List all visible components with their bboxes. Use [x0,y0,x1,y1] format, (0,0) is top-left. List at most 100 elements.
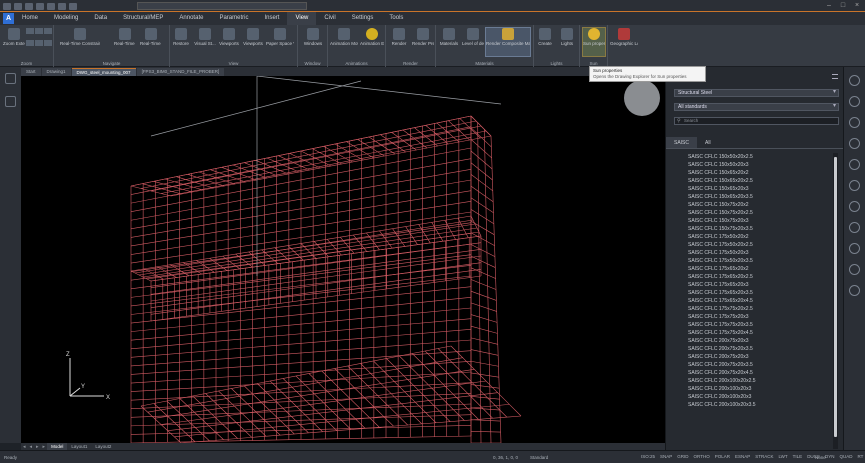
status-toggle-snap[interactable]: SNAP [659,454,673,460]
status-scale[interactable]: None [815,455,826,460]
library-icon[interactable] [849,159,860,170]
animation-motion-path-button[interactable]: Animation Motion Path [330,28,358,56]
render-composite-material-button[interactable]: Render Composite Material [485,27,531,57]
new-file-icon[interactable] [3,2,11,10]
status-toggle-strack[interactable]: STRACK [754,454,774,460]
list-item[interactable]: SAISC CFLC 200x100x20x3 [668,393,832,401]
list-item[interactable]: SAISC CFLC 150x50x20x2.5 [668,153,832,161]
list-item[interactable]: SAISC CFLC 150x65x20x3.5 [668,193,832,201]
status-toggle-rt[interactable]: RT [856,454,864,460]
category-select[interactable]: Structural Steel [674,89,839,97]
minimize-icon[interactable]: – [825,2,833,9]
cube-icon[interactable] [849,222,860,233]
tab-insert[interactable]: Insert [256,12,287,25]
list-item[interactable]: SAISC CFLC 150x65x20x2.5 [668,177,832,185]
list-item[interactable]: SAISC CFLC 150x75x20x3.5 [668,225,832,233]
list-item[interactable]: SAISC CFLC 150x75x20x2.5 [668,209,832,217]
list-item[interactable]: SAISC CFLC 175x65x20x2 [668,265,832,273]
tab-structural-mep[interactable]: Structural/MEP [115,12,171,25]
tab-settings[interactable]: Settings [344,12,382,25]
tab-annotate[interactable]: Annotate [171,12,211,25]
list-item[interactable]: SAISC CFLC 200x75x20x3.5 [668,361,832,369]
materials-icon[interactable] [849,243,860,254]
status-standard[interactable]: Standard [530,455,548,460]
save-icon[interactable] [25,2,33,10]
lights-icon[interactable] [849,264,860,275]
status-toggle-tile[interactable]: TILE [792,454,804,460]
blocks-icon[interactable] [849,201,860,212]
list-item[interactable]: SAISC CFLC 175x75x20x3 [668,313,832,321]
list-item[interactable]: SAISC CFLC 200x75x20x3 [668,353,832,361]
list-item[interactable]: SAISC CFLC 200x100x20x3.5 [668,401,832,409]
list-item[interactable]: SAISC CFLC 175x75x20x2.5 [668,305,832,313]
list-item[interactable]: SAISC CFLC 200x75x20x3.5 [668,345,832,353]
list-item[interactable]: SAISC CFLC 175x65x20x2.5 [668,273,832,281]
pin-icon[interactable] [849,285,860,296]
document-tab[interactable]: Start [21,68,41,76]
list-item[interactable]: SAISC CFLC 150x50x20x3 [668,161,832,169]
workspace-selector[interactable] [137,2,307,10]
zoom-extents-button[interactable]: Zoom Extents [3,28,25,56]
list-item[interactable]: SAISC CFLC 175x65x20x3.5 [668,289,832,297]
panel-menu-icon[interactable] [832,74,838,79]
real-time-pan-button[interactable]: Real-Time Pan [114,28,136,56]
materials-button[interactable]: Materials [438,28,460,56]
list-item[interactable]: SAISC CFLC 200x75x20x4.5 [668,369,832,377]
real-time-scale-button[interactable]: Real-Time Scale [140,28,162,56]
status-toggle-lwt[interactable]: LWT [778,454,789,460]
zoom-object-icon[interactable] [35,39,43,46]
list-item[interactable]: SAISC CFLC 200x100x20x3 [668,385,832,393]
layout-tab-model[interactable]: Model [47,443,68,450]
print-icon[interactable] [47,2,55,10]
structure-icon[interactable] [849,180,860,191]
viewports-button-2[interactable]: Viewports [242,28,264,56]
tab-modeling[interactable]: Modeling [46,12,86,25]
zoom-all-icon[interactable] [44,39,52,46]
list-item[interactable]: SAISC CFLC 175x50x20x2.5 [668,241,832,249]
create-light-button[interactable]: Create [534,28,556,56]
save-as-icon[interactable] [36,2,44,10]
document-tab[interactable]: DWG_steel_mounting_007 [71,68,136,76]
tab-view[interactable]: View [287,12,317,25]
status-toggle-grid[interactable]: GRID [676,454,689,460]
status-toggle-esnap[interactable]: ESNAP [734,454,751,460]
maximize-icon[interactable]: □ [839,2,847,9]
document-tab[interactable]: [FPS3_BIM0_STAND_FILE_PROBER] [136,68,225,76]
level-of-detail-button[interactable]: Level of detail [462,28,484,56]
app-menu-icon[interactable]: A [3,13,14,24]
panel-tab-saisc[interactable]: SAISC [666,137,698,148]
document-tab[interactable]: Drawing1 [41,68,71,76]
list-item[interactable]: SAISC CFLC 200x100x20x2.5 [668,377,832,385]
status-toggle-iso-25[interactable]: ISO:25 [640,454,656,460]
profile-list-scrollbar[interactable] [833,153,838,449]
zoom-out-icon[interactable] [35,28,43,34]
restore-button[interactable]: Restore [170,28,192,56]
list-item[interactable]: SAISC CFLC 175x75x20x4.5 [668,329,832,337]
animation-editor-button[interactable]: Animation Editor [360,28,384,56]
standard-select[interactable]: All standards [674,103,839,111]
list-item[interactable]: SAISC CFLC 175x50x20x2 [668,233,832,241]
paper-space-views-button[interactable]: Paper Space Views [266,28,294,56]
scrollbar-thumb[interactable] [834,157,837,437]
windows-button[interactable]: Windows [302,28,324,56]
status-toggle-polar[interactable]: POLAR [714,454,731,460]
panel-tab-all[interactable]: All [697,137,719,148]
list-item[interactable]: SAISC CFLC 175x50x20x3 [668,249,832,257]
list-item[interactable]: SAISC CFLC 175x65x20x4.5 [668,297,832,305]
open-file-icon[interactable] [14,2,22,10]
redo-icon[interactable] [69,2,77,10]
light-bulb-icon[interactable] [849,75,860,86]
zoom-window-icon[interactable] [44,28,52,34]
list-item[interactable]: SAISC CFLC 150x65x20x2 [668,169,832,177]
close-icon[interactable]: × [853,2,861,9]
sun-properties-button[interactable]: Sun properties [582,27,606,57]
search-input[interactable]: ⚲ Search [674,117,839,125]
geographic-location-button[interactable]: Geographic Location [610,28,638,56]
layout-tab-layout1[interactable]: Layout1 [67,443,91,450]
constrained-sphere-button[interactable]: Real-Time Constrained Sphere [60,28,100,56]
list-item[interactable]: SAISC CFLC 150x65x20x3 [668,185,832,193]
lights-button[interactable]: Lights [556,28,578,56]
render-presets-button[interactable]: Render Presets [412,28,434,56]
list-item[interactable]: SAISC CFLC 175x50x20x3.5 [668,257,832,265]
list-item[interactable]: SAISC CFLC 200x75x20x3 [668,337,832,345]
